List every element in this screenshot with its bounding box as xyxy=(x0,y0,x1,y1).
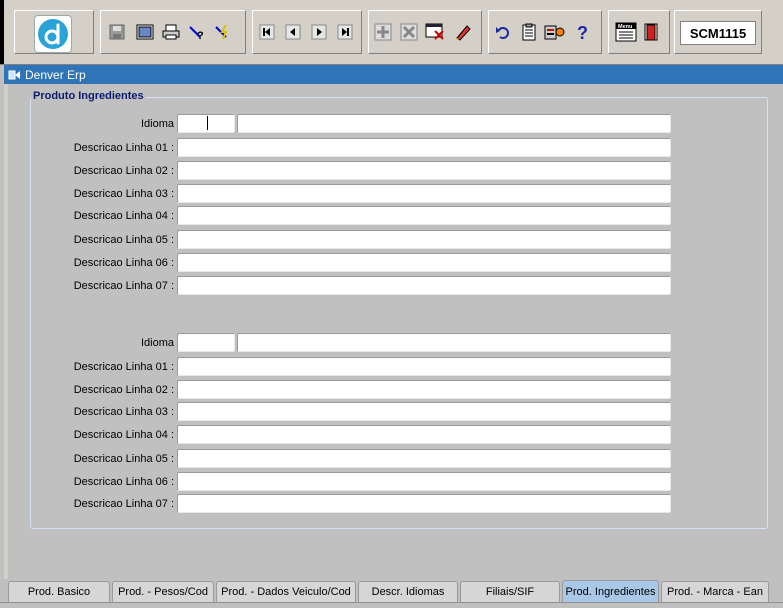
idioma-label: Idioma xyxy=(140,337,174,349)
descricao-linha-05-input[interactable] xyxy=(177,449,671,468)
descricao-linha-06-label: Descricao Linha 06 : xyxy=(73,476,174,488)
window-app-icon xyxy=(8,70,20,79)
descricao-linha-01-input[interactable] xyxy=(177,357,671,376)
descricao-linha-02-label: Descricao Linha 02 : xyxy=(73,384,174,396)
descricao-linha-03-label: Descricao Linha 03 : xyxy=(73,406,174,418)
tab-prod-dados-veiculo-cod[interactable]: Prod. - Dados Veiculo/Cod xyxy=(216,581,356,602)
descricao-linha-06-label: Descricao Linha 06 : xyxy=(73,257,174,269)
idioma-description-input[interactable] xyxy=(237,333,671,352)
tools-icon[interactable] xyxy=(544,20,566,44)
delete-record-icon[interactable] xyxy=(398,20,420,44)
tab-baseline xyxy=(0,602,783,608)
previous-record-icon[interactable] xyxy=(282,20,304,44)
window-icon[interactable] xyxy=(134,20,156,44)
tab-filiais-sif[interactable]: Filiais/SIF xyxy=(460,581,560,602)
descricao-linha-02-input[interactable] xyxy=(177,161,671,180)
descricao-linha-02-label: Descricao Linha 02 : xyxy=(73,165,174,177)
idioma-code-input[interactable] xyxy=(177,114,235,133)
query-help-icon[interactable]: ? xyxy=(186,20,208,44)
idioma-description-input[interactable] xyxy=(237,114,671,133)
help-icon[interactable]: ? xyxy=(572,20,594,44)
descricao-linha-04-label: Descricao Linha 04 : xyxy=(73,210,174,222)
tab-descr-idiomas[interactable]: Descr. Idiomas xyxy=(358,581,458,602)
idioma-label: Idioma xyxy=(140,118,174,130)
toolbar: ? ? Menu SCM1115 xyxy=(0,0,783,65)
denver-logo-icon xyxy=(34,15,72,53)
descricao-linha-01-label: Descricao Linha 01 : xyxy=(73,361,174,373)
descricao-linha-07-label: Descricao Linha 07 : xyxy=(73,280,174,292)
descricao-linha-01-label: Descricao Linha 01 : xyxy=(73,142,174,154)
descricao-linha-01-input[interactable] xyxy=(177,138,671,157)
tab-prod-pesos-cod[interactable]: Prod. - Pesos/Cod xyxy=(112,581,214,602)
descricao-linha-06-input[interactable] xyxy=(177,472,671,491)
text-cursor xyxy=(207,116,208,130)
svg-text:Menu: Menu xyxy=(618,24,632,30)
next-record-icon[interactable] xyxy=(308,20,330,44)
window-titlebar: Denver Erp xyxy=(4,65,783,84)
print-icon[interactable] xyxy=(160,20,182,44)
descricao-linha-05-input[interactable] xyxy=(177,230,671,249)
descricao-linha-02-input[interactable] xyxy=(177,380,671,399)
insert-record-icon[interactable] xyxy=(372,20,394,44)
descricao-linha-06-input[interactable] xyxy=(177,253,671,272)
first-record-icon[interactable] xyxy=(256,20,278,44)
descricao-linha-05-label: Descricao Linha 05 : xyxy=(73,453,174,465)
tab-prod-marca-ean[interactable]: Prod. - Marca - Ean xyxy=(661,581,769,602)
exit-icon[interactable] xyxy=(640,20,662,44)
clipboard-icon[interactable] xyxy=(518,20,540,44)
idioma-code-input[interactable] xyxy=(177,333,235,352)
descricao-linha-04-input[interactable] xyxy=(177,425,671,444)
descricao-linha-05-label: Descricao Linha 05 : xyxy=(73,234,174,246)
descricao-linha-04-input[interactable] xyxy=(177,206,671,225)
window-title: Denver Erp xyxy=(25,67,86,82)
descricao-linha-07-label: Descricao Linha 07 : xyxy=(73,498,174,510)
save-icon[interactable] xyxy=(106,20,128,44)
menu-icon[interactable]: Menu xyxy=(614,20,638,44)
window-edge xyxy=(0,0,4,64)
last-record-icon[interactable] xyxy=(334,20,356,44)
descricao-linha-07-input[interactable] xyxy=(177,494,671,513)
tab-prod-basico[interactable]: Prod. Basico xyxy=(8,581,110,602)
execute-query-icon[interactable] xyxy=(212,20,234,44)
descricao-linha-04-label: Descricao Linha 04 : xyxy=(73,429,174,441)
section-title: Produto Ingredientes xyxy=(31,90,146,102)
undo-icon[interactable] xyxy=(492,20,514,44)
svg-text:?: ? xyxy=(197,30,204,41)
form-code-label: SCM1115 xyxy=(680,21,756,45)
descricao-linha-07-input[interactable] xyxy=(177,276,671,295)
descricao-linha-03-label: Descricao Linha 03 : xyxy=(73,188,174,200)
tab-prod-ingredientes[interactable]: Prod. Ingredientes xyxy=(562,580,659,602)
descricao-linha-03-input[interactable] xyxy=(177,184,671,203)
edit-icon[interactable] xyxy=(452,20,474,44)
descricao-linha-03-input[interactable] xyxy=(177,402,671,421)
clear-record-icon[interactable] xyxy=(424,20,446,44)
svg-text:?: ? xyxy=(577,23,588,42)
